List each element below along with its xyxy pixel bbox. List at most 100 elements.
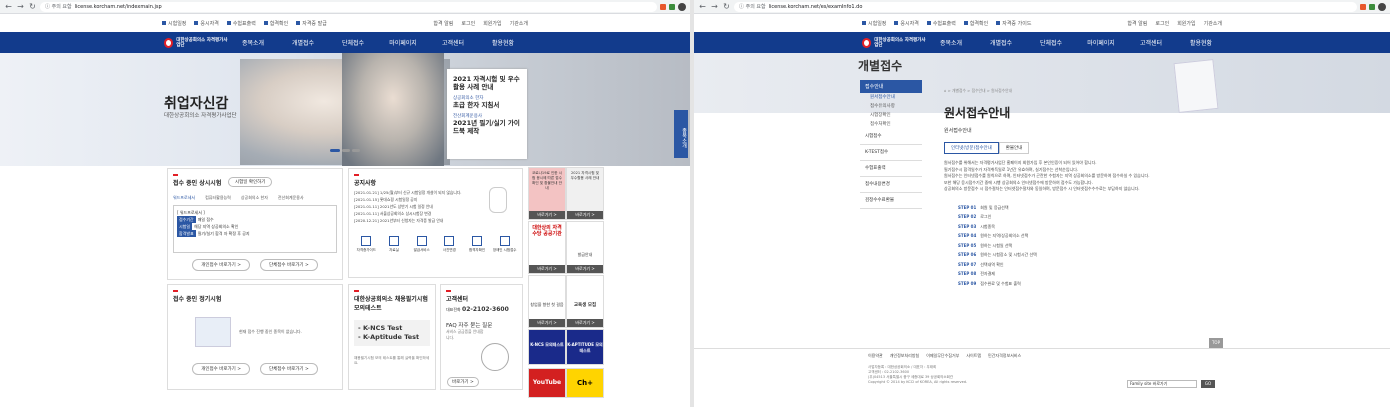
banner-tile[interactable]: 교육생 모집 바로가기 >: [566, 275, 604, 328]
address-bar[interactable]: ⓘ 주의 요함 license.korcham.net/es/examInfo1.…: [734, 1, 1357, 12]
util-link[interactable]: 회원가입: [483, 20, 501, 27]
top-button[interactable]: TOP: [1209, 338, 1223, 348]
lnb-sub-item[interactable]: 접수처확인: [860, 120, 922, 129]
forward-icon[interactable]: →: [16, 2, 25, 11]
footer-link[interactable]: 이용약관: [868, 353, 883, 359]
footer-link[interactable]: 민간자격정보서비스: [988, 353, 1021, 359]
lnb-sub-item[interactable]: 접수유의사항: [860, 102, 922, 111]
notice-item[interactable]: [2021.01.11] 2021년도 상반기 시험 일정 안내: [354, 203, 479, 210]
faq-button[interactable]: 바로가기 >: [447, 377, 479, 387]
footer-link[interactable]: 이메일무단수집거부: [926, 353, 959, 359]
nav-item[interactable]: 단체접수: [1026, 38, 1076, 47]
profile-avatar[interactable]: [1378, 2, 1386, 11]
exam-select[interactable]: 시험일 확인하기: [228, 177, 273, 187]
side-quick-button[interactable]: 종목소개: [674, 110, 688, 158]
extension-icon[interactable]: [1369, 3, 1375, 10]
quick-icon[interactable]: 자격증가이드: [354, 235, 379, 253]
util-link[interactable]: 로그인: [461, 20, 475, 27]
util-link[interactable]: 수험표출력: [226, 20, 256, 27]
nav-item[interactable]: 개별접수: [976, 38, 1026, 47]
lnb-item[interactable]: 시험접수: [860, 129, 922, 145]
slider-dot[interactable]: [342, 149, 350, 152]
address-bar[interactable]: ⓘ 주의 요함 license.korcham.net/indexmain.jsp: [40, 1, 657, 12]
lnb-item[interactable]: 접수내용변경: [860, 177, 922, 193]
group-apply-button[interactable]: 단체접수 바로가기 >: [260, 258, 318, 271]
nav-item[interactable]: 종목소개: [926, 38, 976, 47]
util-link[interactable]: 기관소개: [510, 20, 528, 27]
personal-apply-button[interactable]: 개인접수 바로가기 >: [192, 258, 250, 271]
exam-tab[interactable]: 워드프로세서: [173, 195, 195, 201]
quick-icon[interactable]: 발급서비스: [409, 235, 434, 253]
util-link[interactable]: 응시자격: [194, 20, 219, 27]
profile-avatar[interactable]: [678, 2, 686, 11]
util-link[interactable]: 시험일정: [162, 20, 186, 27]
site-logo[interactable]: 대한상공회의소 자격평가사업단: [164, 37, 228, 48]
notice-item[interactable]: [2021.01.11] 서울상공회의소 상시시험장 변경: [354, 210, 479, 217]
notice-item[interactable]: [2021.01.15] 롯데쇼핑 시험일정 공지: [354, 196, 479, 203]
lnb-item[interactable]: K-TEST접수: [860, 145, 922, 161]
tab-refund[interactable]: 환불안내: [998, 142, 1030, 154]
exam-tab[interactable]: 상공회의소 한자: [241, 195, 268, 201]
hero-card[interactable]: 2021 자격시험 및 우수활용 사례 안내 상공회의소 한자 초급 한자 지침…: [447, 69, 527, 159]
nav-item[interactable]: 활용현황: [478, 38, 528, 47]
banner-tile[interactable]: 대한상의 자격수당 공공기관 바로가기 >: [528, 221, 566, 274]
site-logo[interactable]: 대한상공회의소 자격평가사업단: [862, 37, 926, 48]
lnb-active[interactable]: 접수안내: [860, 80, 922, 93]
nav-item[interactable]: 단체접수: [328, 38, 378, 47]
nav-item[interactable]: 마이페이지: [1076, 38, 1126, 47]
quick-icon[interactable]: 합격자확인: [465, 235, 490, 253]
extension-icon[interactable]: [1360, 3, 1366, 10]
reload-icon[interactable]: ↻: [722, 2, 731, 11]
util-link[interactable]: 기관소개: [1204, 20, 1222, 27]
util-link[interactable]: 합격확인: [263, 20, 288, 27]
slider-dot[interactable]: [352, 149, 360, 152]
util-link[interactable]: 합격확인: [963, 20, 988, 27]
nav-item[interactable]: 활용현황: [1176, 38, 1226, 47]
family-site-select[interactable]: Family site 바로가기: [1127, 380, 1197, 388]
banner-tile[interactable]: K-APTITUDE 모의테스트: [566, 329, 604, 365]
tab-internet[interactable]: 인터넷(방문)접수안내: [944, 142, 999, 154]
family-go-button[interactable]: GO: [1201, 380, 1215, 388]
reload-icon[interactable]: ↻: [28, 2, 37, 11]
lnb-sub-item[interactable]: 시험장확인: [860, 111, 922, 120]
back-icon[interactable]: ←: [698, 2, 707, 11]
nav-item[interactable]: 고객센터: [428, 38, 478, 47]
footer-link[interactable]: 사이트맵: [966, 353, 981, 359]
nav-item[interactable]: 개별접수: [278, 38, 328, 47]
nav-item[interactable]: 고객센터: [1126, 38, 1176, 47]
banner-tile[interactable]: 2021 자격시험 및 우수활용 사례 안내 바로가기 >: [566, 167, 604, 220]
personal-apply-button[interactable]: 개인접수 바로가기 >: [192, 362, 250, 375]
exam-tab[interactable]: 전산회계운용사: [278, 195, 304, 201]
slider-dots[interactable]: [330, 149, 360, 152]
util-link[interactable]: 로그인: [1155, 20, 1169, 27]
lnb-item[interactable]: 검정수수료환불: [860, 193, 922, 209]
notice-item[interactable]: [2020.12.21] 2021년부터 신청자는 자격증 발급 안내: [354, 217, 479, 224]
forward-icon[interactable]: →: [710, 2, 719, 11]
youtube-icon[interactable]: YouTube: [528, 368, 566, 398]
quick-icon[interactable]: 사진변경: [437, 235, 462, 253]
util-link[interactable]: 수험표출력: [926, 20, 956, 27]
banner-tile[interactable]: 창업을 향한 첫 걸음 바로가기 >: [528, 275, 566, 328]
nav-item[interactable]: 종목소개: [228, 38, 278, 47]
channel-plus-icon[interactable]: Ch+: [566, 368, 604, 398]
util-link[interactable]: 합격 알림: [1127, 20, 1147, 27]
faq-title[interactable]: FAQ 자주 묻는 질문: [446, 321, 517, 329]
util-link[interactable]: 자격증 발급: [296, 20, 327, 27]
footer-link[interactable]: 개인정보처리방침: [890, 353, 919, 359]
extension-icon[interactable]: [660, 3, 666, 10]
util-link[interactable]: 자격증 가이드: [996, 20, 1031, 27]
notice-item[interactable]: [2021.01.21] 1/25(월)부터 신규 시험일정 개설이 되지 않습…: [354, 189, 479, 196]
mock-test-panel[interactable]: 대한상공회의소 채용필기시험 모의테스트 - K-NCS Test - K-Ap…: [348, 284, 436, 390]
group-apply-button[interactable]: 단체접수 바로가기 >: [260, 362, 318, 375]
util-link[interactable]: 응시자격: [894, 20, 919, 27]
banner-tile[interactable]: K-NCS 모의테스트: [528, 329, 566, 365]
lnb-sub-item[interactable]: 원서접수안내: [860, 93, 922, 102]
lnb-item[interactable]: 수험표출력: [860, 161, 922, 177]
exam-tab[interactable]: 컴퓨터활용능력: [205, 195, 231, 201]
back-icon[interactable]: ←: [4, 2, 13, 11]
banner-tile[interactable]: 발급안내 바로가기 >: [566, 221, 604, 274]
util-link[interactable]: 회원가입: [1177, 20, 1195, 27]
quick-icon[interactable]: 자료실: [382, 235, 407, 253]
nav-item[interactable]: 마이페이지: [378, 38, 428, 47]
banner-tile[interactable]: 코로나19로 인한 시험 응시에 따른 접수확인 및 환불안내 안내 바로가기 >: [528, 167, 566, 220]
